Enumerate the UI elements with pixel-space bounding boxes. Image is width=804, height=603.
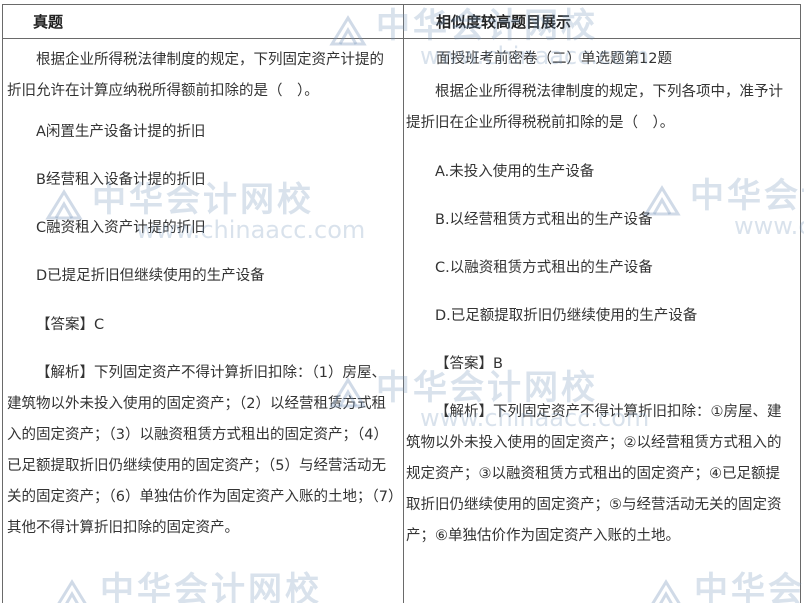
real-exam-option-b: B经营租入设备计提的折旧	[36, 172, 206, 188]
similar-question-source: 面授班考前密卷（二）单选题第12题	[436, 51, 672, 67]
similar-explanation: 【解析】下列固定资产不得计算折旧扣除：①房屋、建筑物以外未投入使用的固定资产；②…	[406, 404, 782, 544]
comparison-table: 真题 根据企业所得税法律制度的规定，下列固定资产计提的折旧允许在计算应纳税所得额…	[2, 4, 801, 603]
similar-option-a: A.未投入使用的生产设备	[435, 164, 595, 180]
real-exam-option-a: A闲置生产设备计提的折旧	[36, 124, 206, 140]
similar-question-text: 根据企业所得税法律制度的规定，下列各项中，准予计提折旧在企业所得税税前扣除的是（…	[406, 84, 783, 131]
real-exam-header: 真题	[3, 5, 403, 39]
real-exam-option-c: C融资租入资产计提的折旧	[36, 220, 206, 236]
similar-option-b: B.以经营租赁方式租出的生产设备	[435, 212, 653, 228]
real-exam-option-d: D已提足折旧但继续使用的生产设备	[36, 268, 265, 284]
real-exam-column: 真题 根据企业所得税法律制度的规定，下列固定资产计提的折旧允许在计算应纳税所得额…	[3, 5, 404, 603]
similar-answer: 【答案】B	[435, 356, 503, 372]
real-exam-explanation: 【解析】下列固定资产不得计算折旧扣除：（1）房屋、建筑物以外未投入使用的固定资产…	[7, 365, 396, 536]
similar-option-c: C.以融资租赁方式租出的生产设备	[435, 260, 653, 276]
real-exam-question: 根据企业所得税法律制度的规定，下列固定资产计提的折旧允许在计算应纳税所得额前扣除…	[7, 52, 384, 99]
real-exam-answer: 【答案】C	[36, 317, 105, 333]
similar-question-column: 相似度较高题目展示 面授班考前密卷（二）单选题第12题 根据企业所得税法律制度的…	[404, 5, 800, 603]
similar-option-d: D.已足额提取折旧仍继续使用的生产设备	[435, 308, 698, 324]
similar-question-header: 相似度较高题目展示	[404, 5, 800, 39]
